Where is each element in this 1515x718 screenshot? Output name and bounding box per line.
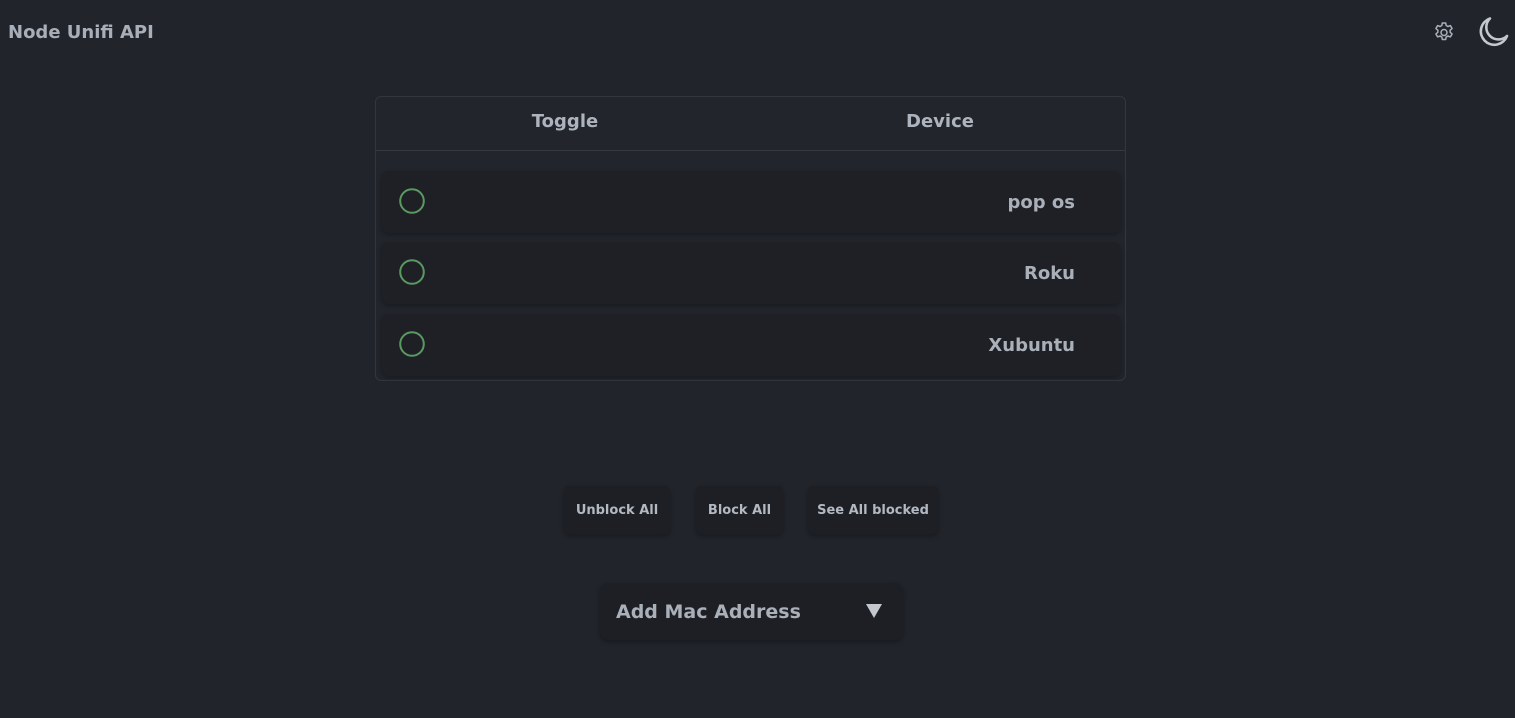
column-header-device: Device (906, 111, 974, 132)
caret-down-icon (866, 604, 882, 618)
theme-toggle-button[interactable] (1472, 13, 1512, 51)
add-mac-address-label: Add Mac Address (616, 601, 801, 623)
device-row[interactable]: Xubuntu (381, 314, 1121, 376)
toggle-circle-icon[interactable] (399, 331, 425, 357)
toggle-circle-icon[interactable] (399, 188, 425, 214)
device-name: pop os (1007, 192, 1075, 213)
gear-icon (1435, 22, 1453, 41)
toggle-circle-icon[interactable] (399, 259, 425, 285)
column-header-toggle: Toggle (531, 111, 599, 132)
settings-button[interactable] (1430, 18, 1458, 46)
app-title: Node Unifi API (8, 22, 154, 43)
device-name: Xubuntu (988, 335, 1075, 356)
device-table: Toggle Device pop os Roku Xubuntu (375, 96, 1126, 381)
device-row[interactable]: Roku (381, 242, 1121, 304)
add-mac-address-dropdown[interactable]: Add Mac Address (600, 583, 903, 640)
see-all-blocked-button[interactable]: See All blocked (808, 486, 938, 534)
device-row[interactable]: pop os (381, 171, 1121, 233)
page: Node Unifi API Toggle Device pop os Roku (0, 0, 1515, 718)
block-all-button[interactable]: Block All (696, 486, 783, 534)
unblock-all-button[interactable]: Unblock All (564, 486, 670, 534)
moon-icon (1479, 17, 1509, 47)
table-header: Toggle Device (376, 97, 1125, 151)
device-name: Roku (1023, 263, 1075, 284)
